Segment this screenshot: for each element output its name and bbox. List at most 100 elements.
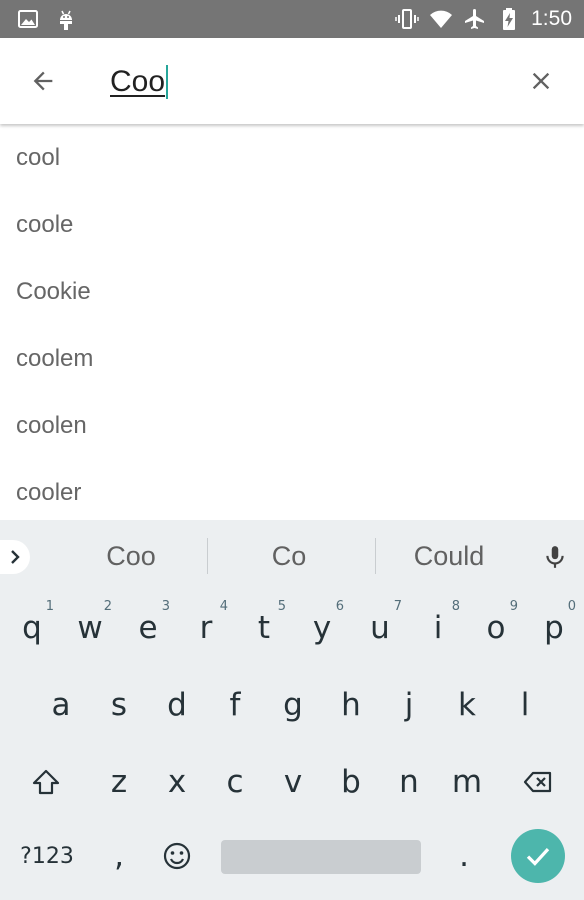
battery-charging-icon [497,7,521,31]
suggestion-item[interactable]: coolem [0,325,584,392]
letter-key[interactable]: q1 [4,596,60,660]
suggestion-item[interactable]: coolen [0,392,584,459]
letter-key-label: r [199,610,213,646]
search-input[interactable]: Coo [110,62,169,102]
letter-key-label: m [451,764,483,800]
letter-key[interactable]: n [381,750,437,814]
status-bar: 1:50 [0,0,584,38]
checkmark-icon [526,848,550,866]
close-icon [532,72,550,90]
microphone-icon [546,546,564,568]
letter-key[interactable]: t5 [236,596,292,660]
letter-key[interactable]: o9 [468,596,524,660]
word-suggestion[interactable]: Could [374,536,524,576]
symbols-key[interactable]: ?123 [19,824,75,888]
chevron-right-icon [11,550,20,564]
letter-key[interactable]: k [439,673,495,737]
keyboard-suggestion-strip: Coo Co Could [0,520,584,590]
letter-key-label: b [341,764,361,800]
back-button[interactable] [22,60,64,102]
letter-key[interactable]: z [91,750,147,814]
symbols-key-label: ?123 [20,843,74,869]
search-input-text: Coo [110,65,166,98]
enter-key[interactable] [511,829,565,883]
number-hint: 4 [219,599,228,614]
letter-key-label: o [486,610,506,646]
wifi-icon [429,7,453,31]
letter-key[interactable]: l [497,673,553,737]
emoji-key[interactable] [149,824,205,888]
letter-key-label: t [257,610,271,646]
word-suggestion[interactable]: Coo [56,536,206,576]
letter-key[interactable]: h [323,673,379,737]
letter-key[interactable]: p0 [526,596,582,660]
comma-key[interactable]: , [91,824,147,888]
letter-key-label: v [283,764,303,800]
letter-key-label: p [544,610,564,646]
keyboard: Coo Co Could ?123 , . q1w2e3r4t5y6u7i8o9… [0,520,584,900]
number-hint: 8 [451,599,460,614]
letter-key-label: h [341,687,361,723]
period-key[interactable]: . [436,824,492,888]
backspace-icon [523,771,552,793]
letter-key[interactable]: r4 [178,596,234,660]
comma-key-label: , [114,838,124,874]
letter-key[interactable]: g [265,673,321,737]
letter-key-label: g [283,687,303,723]
letter-key-label: a [51,687,71,723]
space-bar[interactable] [221,840,421,874]
letter-key[interactable]: e3 [120,596,176,660]
letter-key-label: y [312,610,332,646]
shift-key[interactable] [18,750,74,814]
backspace-key[interactable] [510,750,566,814]
word-suggestion[interactable]: Co [214,536,364,576]
number-hint: 3 [161,599,170,614]
letter-key[interactable]: b [323,750,379,814]
letter-key-label: c [226,764,244,800]
android-icon [54,7,78,31]
letter-key-label: f [229,687,241,723]
suggestion-item[interactable]: coole [0,191,584,258]
suggestion-item[interactable]: Cookie [0,258,584,325]
arrow-left-icon [33,71,53,91]
letter-key-label: l [520,687,530,723]
letter-key-label: e [138,610,158,646]
shift-icon [32,769,60,795]
letter-key[interactable]: j [381,673,437,737]
voice-input-button[interactable] [538,540,572,574]
letter-key[interactable]: u7 [352,596,408,660]
letter-key-label: x [167,764,187,800]
letter-key[interactable]: w2 [62,596,118,660]
status-time: 1:50 [531,7,572,30]
airplane-icon [463,7,487,31]
letter-key[interactable]: d [149,673,205,737]
letter-key[interactable]: i8 [410,596,466,660]
image-icon [16,7,40,31]
suggestion-item[interactable]: cool [0,124,584,191]
letter-key-label: w [77,610,103,646]
letter-key-label: d [167,687,187,723]
letter-key[interactable]: v [265,750,321,814]
letter-key[interactable]: c [207,750,263,814]
letter-key[interactable]: m [439,750,495,814]
letter-key-label: i [433,610,443,646]
letter-key[interactable]: s [91,673,147,737]
keyboard-expand-button[interactable] [0,540,30,574]
letter-key[interactable]: a [33,673,89,737]
suggestion-list: cool coole Cookie coolem coolen cooler [0,124,584,520]
strip-divider [207,538,208,574]
letter-key[interactable]: y6 [294,596,350,660]
number-hint: 1 [45,599,54,614]
letter-key[interactable]: x [149,750,205,814]
number-hint: 7 [393,599,402,614]
number-hint: 2 [103,599,112,614]
letter-key[interactable]: f [207,673,263,737]
clear-button[interactable] [520,60,562,102]
search-bar: Coo [0,38,584,124]
suggestion-item[interactable]: cooler [0,459,584,520]
text-cursor [166,65,169,99]
letter-key-label: u [370,610,390,646]
letter-key-label: n [399,764,419,800]
period-key-label: . [459,838,469,874]
letter-key-label: k [458,687,476,723]
